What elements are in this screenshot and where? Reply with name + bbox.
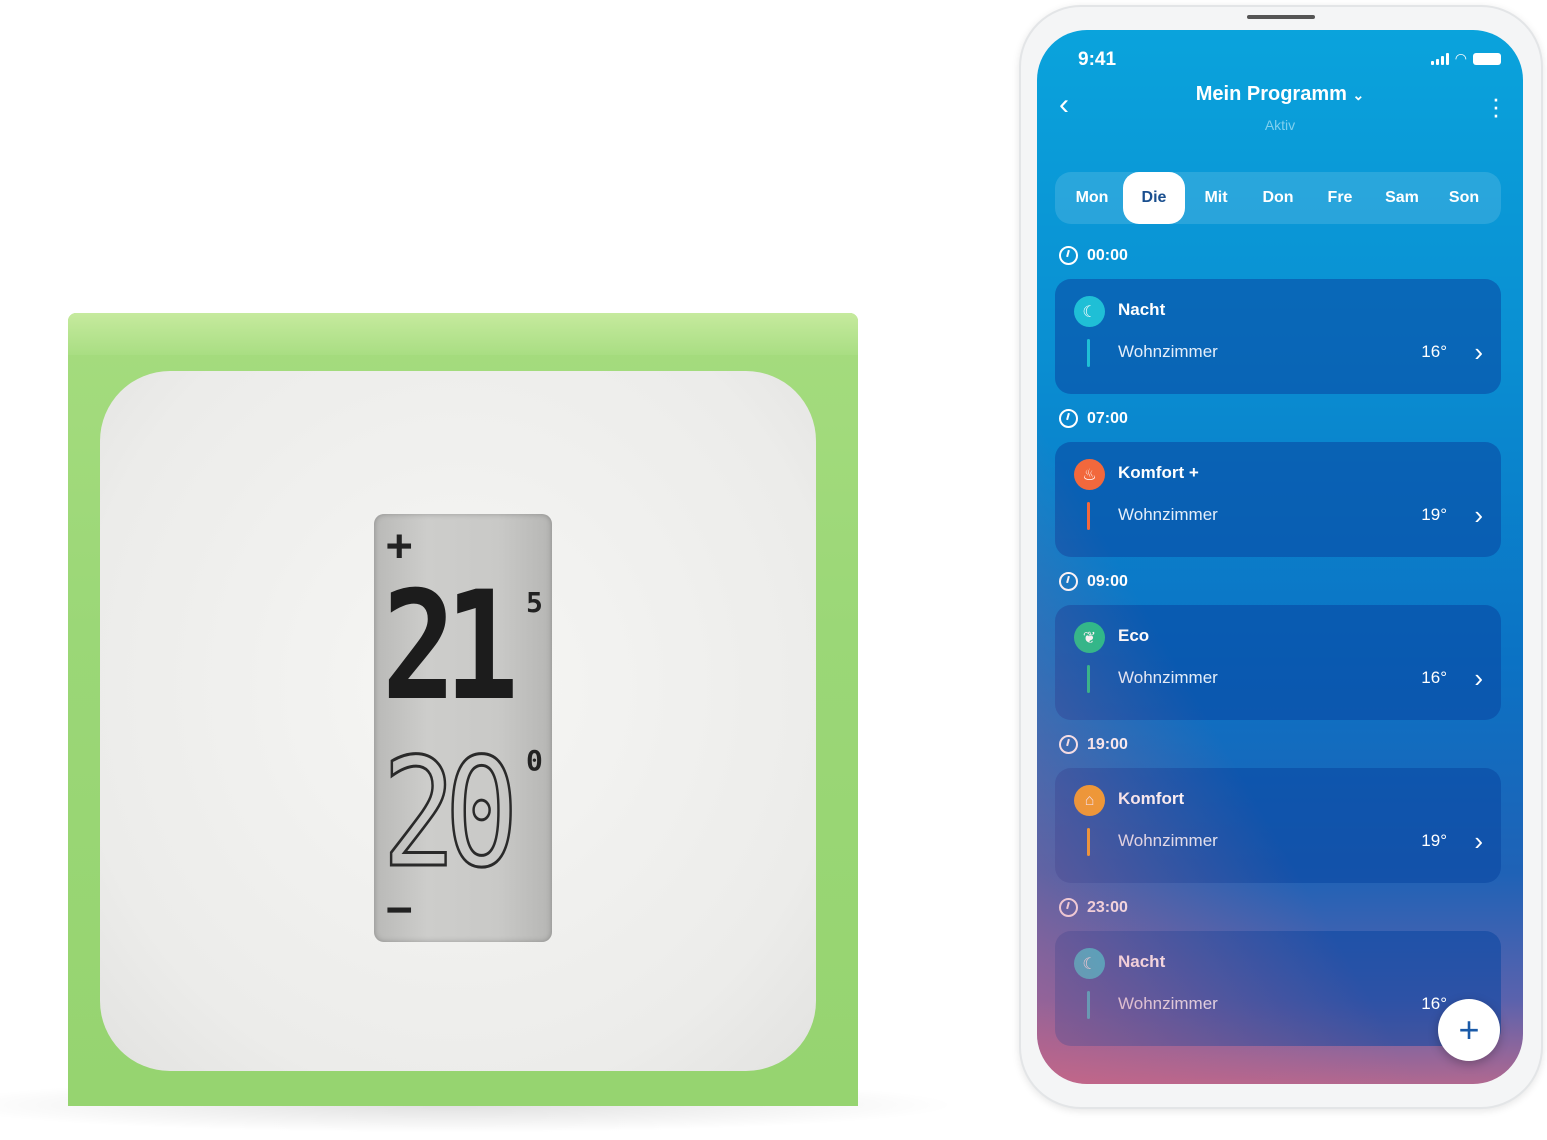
program-status: Aktiv [1264, 117, 1296, 133]
current-temperature: 21 [382, 560, 519, 734]
page-title: Mein Programm [1195, 83, 1347, 105]
tab-day-die[interactable]: Die [1123, 172, 1185, 224]
schedule-card[interactable]: ♨ Komfort + Wohnzimmer 19° › [1055, 442, 1501, 557]
target-temperature: 20 [381, 727, 520, 901]
tab-day-mon[interactable]: Mon [1061, 172, 1123, 224]
schedule-time: 19:00 [1059, 735, 1128, 754]
room-label: Wohnzimmer [1118, 668, 1218, 687]
time-label: 09:00 [1087, 572, 1128, 590]
time-label: 07:00 [1087, 409, 1128, 427]
flame-icon: ♨ [1074, 459, 1105, 490]
chevron-right-icon: › [1474, 663, 1483, 693]
schedule-card[interactable]: ⌂ Komfort Wohnzimmer 19° › [1055, 768, 1501, 883]
room-label: Wohnzimmer [1118, 994, 1218, 1013]
minus-icon: − [386, 884, 413, 935]
mode-label: Komfort + [1118, 463, 1199, 482]
battery-icon [1473, 52, 1501, 65]
day-tabs: Mon Die Mit Don Fre Sam Son [1055, 172, 1501, 224]
thermostat-top-edge [68, 313, 858, 355]
time-label: 23:00 [1087, 898, 1128, 916]
status-time: 9:41 [1078, 49, 1117, 70]
mode-color-bar [1087, 502, 1090, 530]
mode-color-bar [1087, 339, 1090, 367]
moon-icon: ☾ [1074, 948, 1105, 979]
app-screen: 9:41 ◠ ‹ Mein Programm ⌄ Aktiv · · · Mon Di… [1037, 30, 1523, 1084]
status-icons: ◠ [1430, 50, 1501, 67]
more-options-icon[interactable]: · · · [1491, 85, 1501, 127]
clock-icon [1059, 898, 1078, 917]
mode-label: Eco [1118, 626, 1150, 645]
temperature-value: 19° [1421, 505, 1447, 524]
mode-color-bar [1087, 665, 1090, 693]
moon-icon: ☾ [1074, 296, 1105, 327]
temperature-value: 16° [1421, 668, 1447, 687]
mode-color-bar [1087, 991, 1090, 1019]
mode-label: Nacht [1118, 300, 1166, 319]
tab-day-sam[interactable]: Sam [1371, 172, 1433, 224]
schedule-time: 23:00 [1059, 898, 1128, 917]
schedule-time: 09:00 [1059, 572, 1128, 591]
schedule-time: 00:00 [1059, 246, 1128, 265]
target-temperature-decimal: 0 [526, 744, 543, 777]
schedule-card[interactable]: ☾ Nacht Wohnzimmer 16° › [1055, 279, 1501, 394]
temperature-value: 16° [1421, 342, 1447, 361]
program-selector[interactable]: Mein Programm ⌄ [1037, 83, 1523, 106]
tab-day-don[interactable]: Don [1247, 172, 1309, 224]
time-label: 19:00 [1087, 735, 1128, 753]
clock-icon [1059, 572, 1078, 591]
mode-label: Nacht [1118, 952, 1166, 971]
temperature-value: 19° [1421, 831, 1447, 850]
leaf-icon: ❦ [1074, 622, 1105, 653]
schedule-card[interactable]: ❦ Eco Wohnzimmer 16° › [1055, 605, 1501, 720]
room-label: Wohnzimmer [1118, 831, 1218, 850]
room-label: Wohnzimmer [1118, 342, 1218, 361]
tab-day-fre[interactable]: Fre [1309, 172, 1371, 224]
mode-label: Komfort [1118, 789, 1185, 808]
current-temperature-decimal: 5 [526, 586, 543, 619]
chevron-down-icon: ⌄ [1352, 87, 1365, 103]
mode-color-bar [1087, 828, 1090, 856]
clock-icon [1059, 246, 1078, 265]
schedule-card[interactable]: ☾NachtWohnzimmer16°› [1055, 931, 1501, 1046]
thermostat-display: + 21 5 20 0 − [374, 514, 552, 942]
signal-icon [1430, 52, 1449, 65]
phone-speaker [1247, 15, 1315, 19]
wifi-icon: ◠ [1454, 50, 1467, 66]
tab-day-mit[interactable]: Mit [1185, 172, 1247, 224]
clock-icon [1059, 409, 1078, 428]
clock-icon [1059, 735, 1078, 754]
schedule-time: 07:00 [1059, 409, 1128, 428]
plus-icon: + [1458, 1009, 1480, 1050]
room-label: Wohnzimmer [1118, 505, 1218, 524]
tab-day-son[interactable]: Son [1433, 172, 1495, 224]
home-icon: ⌂ [1074, 785, 1105, 816]
chevron-right-icon: › [1474, 337, 1483, 367]
chevron-right-icon: › [1474, 500, 1483, 530]
chevron-right-icon: › [1474, 826, 1483, 856]
add-schedule-button[interactable]: + [1438, 999, 1500, 1061]
time-label: 00:00 [1087, 246, 1128, 264]
